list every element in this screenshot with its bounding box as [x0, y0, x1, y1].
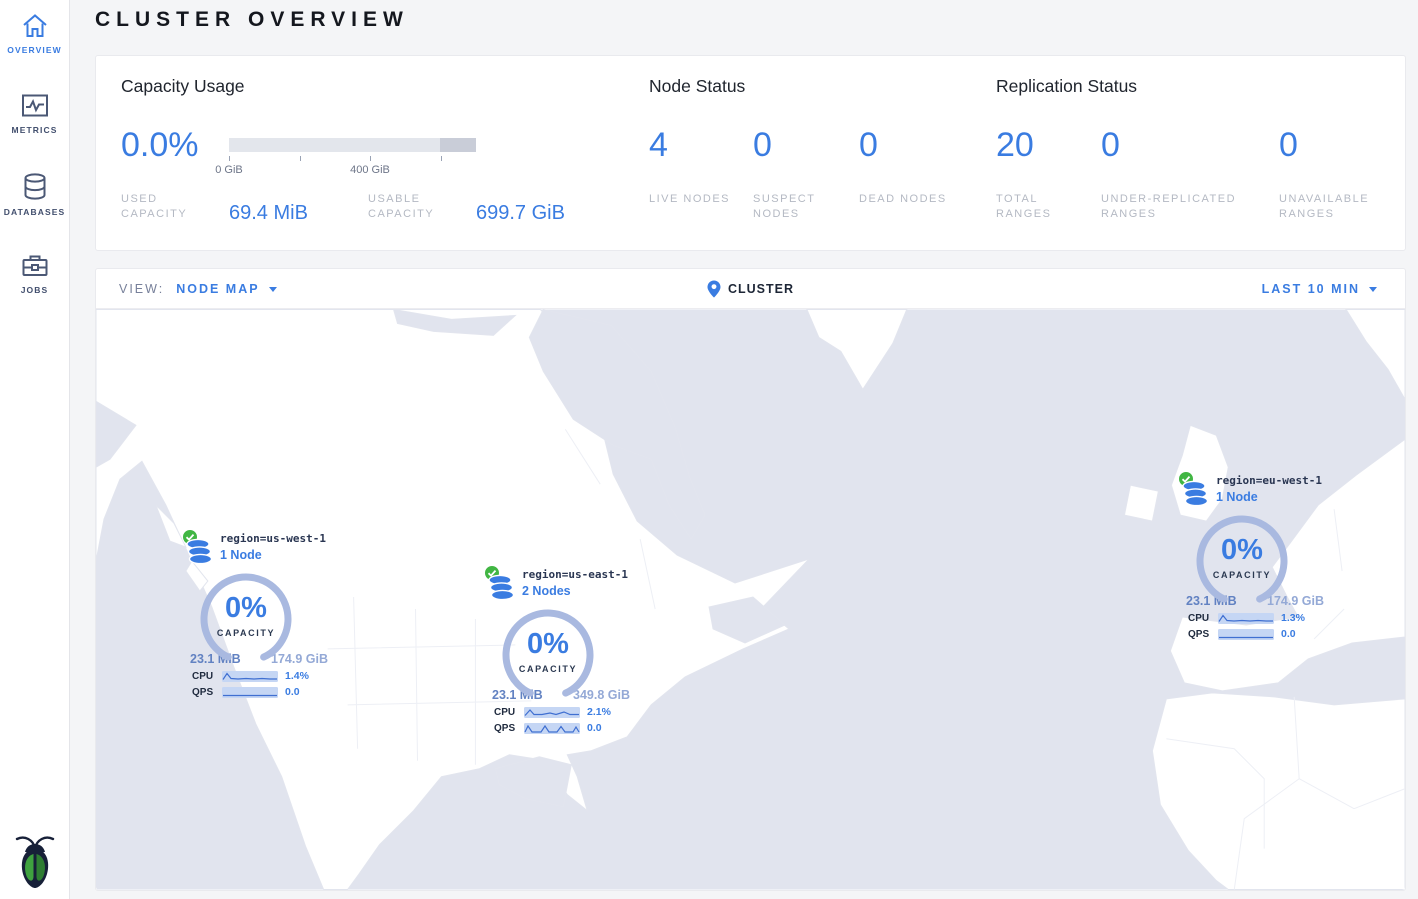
- capacity-usage-title: Capacity Usage: [121, 76, 245, 97]
- chevron-down-icon: [269, 287, 277, 292]
- capacity-axis-label: 0 GiB: [207, 164, 251, 176]
- live-nodes-label: LIVE NODES: [649, 192, 739, 207]
- under-replicated-ranges-count: 0: [1101, 128, 1120, 162]
- sidebar-item-metrics[interactable]: METRICS: [0, 92, 69, 135]
- total-ranges-count: 20: [996, 128, 1034, 162]
- qps-sparkline: [1218, 629, 1274, 640]
- sidebar-item-jobs[interactable]: JOBS: [0, 252, 69, 295]
- capacity-percent: 0%: [1194, 534, 1290, 567]
- qps-label: QPS: [1188, 629, 1218, 640]
- sidebar-item-label: OVERVIEW: [0, 45, 69, 55]
- unavailable-ranges-label: UNAVAILABLE RANGES: [1279, 192, 1404, 222]
- database-stack-icon: [186, 538, 214, 566]
- page-title: CLUSTER OVERVIEW: [95, 8, 409, 32]
- home-icon: [20, 12, 50, 40]
- suspect-nodes-label: SUSPECT NODES: [753, 192, 843, 222]
- cpu-sparkline: [1218, 613, 1274, 624]
- briefcase-icon: [20, 252, 50, 280]
- capacity-bar-reserved-segment: [440, 138, 476, 152]
- under-replicated-ranges-label: UNDER-REPLICATED RANGES: [1101, 192, 1266, 222]
- sidebar-item-label: DATABASES: [0, 207, 69, 217]
- nodes-count-link[interactable]: 2 Nodes: [522, 584, 628, 598]
- capacity-axis-label: 400 GiB: [340, 164, 400, 176]
- capacity-axis-tick: [300, 156, 301, 161]
- region-label: region=us-east-1: [522, 568, 628, 581]
- capacity-caption: CAPACITY: [1194, 570, 1290, 580]
- used-capacity-label: USED CAPACITY: [121, 192, 213, 222]
- capacity-percent: 0%: [500, 628, 596, 661]
- unavailable-ranges-count: 0: [1279, 128, 1298, 162]
- cpu-label: CPU: [192, 671, 222, 682]
- locality-badge-us-east-1[interactable]: region=us-east-1 2 Nodes 0% CAPACITY 23.…: [484, 561, 636, 734]
- region-label: region=eu-west-1: [1216, 474, 1322, 487]
- cpu-label: CPU: [494, 707, 524, 718]
- cpu-value: 2.1%: [587, 706, 611, 718]
- suspect-nodes-count: 0: [753, 128, 772, 162]
- cpu-label: CPU: [1188, 613, 1218, 624]
- capacity-axis-tick: [229, 156, 230, 161]
- view-value: NODE MAP: [176, 282, 259, 296]
- qps-sparkline: [222, 687, 278, 698]
- node-map-card: VIEW: NODE MAP CLUSTER LAST 10 MIN: [95, 268, 1406, 891]
- metrics-icon: [20, 92, 50, 120]
- sidebar-item-overview[interactable]: OVERVIEW: [0, 12, 69, 55]
- capacity-donut: 0% CAPACITY: [500, 607, 596, 703]
- database-stack-icon: [488, 574, 516, 602]
- database-stack-icon: [1182, 480, 1210, 508]
- used-capacity-value: 69.4 MiB: [229, 202, 308, 225]
- cluster-summary-card: Capacity Usage 0.0% 0 GiB 400 GiB USED C…: [95, 55, 1406, 251]
- sidebar-item-label: JOBS: [0, 285, 69, 295]
- capacity-donut: 0% CAPACITY: [198, 571, 294, 667]
- sidebar: OVERVIEW METRICS DATABASES JOBS: [0, 0, 70, 899]
- cpu-value: 1.3%: [1281, 612, 1305, 624]
- replication-status-title: Replication Status: [996, 76, 1137, 97]
- region-label: region=us-west-1: [220, 532, 326, 545]
- capacity-percent: 0%: [198, 592, 294, 625]
- view-selector-dropdown[interactable]: VIEW: NODE MAP: [119, 282, 277, 296]
- usable-capacity-value: 699.7 GiB: [476, 202, 565, 225]
- locality-badge-eu-west-1[interactable]: region=eu-west-1 1 Node 0% CAPACITY 23.1…: [1178, 467, 1330, 640]
- dead-nodes-label: DEAD NODES: [859, 192, 949, 207]
- capacity-axis-tick: [370, 156, 371, 161]
- qps-value: 0.0: [587, 722, 602, 734]
- cockroachdb-logo: [13, 832, 57, 893]
- main-content: CLUSTER OVERVIEW Capacity Usage 0.0% 0 G…: [71, 0, 1418, 899]
- nodes-count-link[interactable]: 1 Node: [1216, 490, 1322, 504]
- view-label: VIEW:: [119, 282, 164, 296]
- locality-badge-us-west-1[interactable]: region=us-west-1 1 Node 0% CAPACITY 23.1…: [182, 525, 334, 698]
- total-ranges-label: TOTAL RANGES: [996, 192, 1076, 222]
- map-pin-icon: [707, 280, 720, 298]
- qps-sparkline: [524, 723, 580, 734]
- capacity-bar: [229, 138, 476, 152]
- live-nodes-count: 4: [649, 128, 668, 162]
- dead-nodes-count: 0: [859, 128, 878, 162]
- sidebar-item-label: METRICS: [0, 125, 69, 135]
- cpu-sparkline: [222, 671, 278, 682]
- capacity-donut: 0% CAPACITY: [1194, 513, 1290, 609]
- capacity-caption: CAPACITY: [198, 628, 294, 638]
- sidebar-item-databases[interactable]: DATABASES: [0, 172, 69, 217]
- cpu-value: 1.4%: [285, 670, 309, 682]
- node-map: region=us-west-1 1 Node 0% CAPACITY 23.1…: [96, 309, 1405, 890]
- time-range-value: LAST 10 MIN: [1262, 282, 1360, 296]
- map-view-bar: VIEW: NODE MAP CLUSTER LAST 10 MIN: [96, 269, 1405, 309]
- capacity-used-percent: 0.0%: [121, 128, 199, 162]
- qps-value: 0.0: [1281, 628, 1296, 640]
- qps-value: 0.0: [285, 686, 300, 698]
- qps-label: QPS: [192, 687, 222, 698]
- qps-label: QPS: [494, 723, 524, 734]
- capacity-axis-tick: [441, 156, 442, 161]
- node-status-title: Node Status: [649, 76, 745, 97]
- breadcrumb-label: CLUSTER: [728, 282, 794, 296]
- map-breadcrumb[interactable]: CLUSTER: [707, 280, 794, 298]
- cpu-sparkline: [524, 707, 580, 718]
- capacity-caption: CAPACITY: [500, 664, 596, 674]
- usable-capacity-label: USABLE CAPACITY: [368, 192, 460, 222]
- time-range-dropdown[interactable]: LAST 10 MIN: [1262, 282, 1377, 296]
- nodes-count-link[interactable]: 1 Node: [220, 548, 326, 562]
- chevron-down-icon: [1369, 287, 1377, 292]
- database-icon: [21, 172, 49, 202]
